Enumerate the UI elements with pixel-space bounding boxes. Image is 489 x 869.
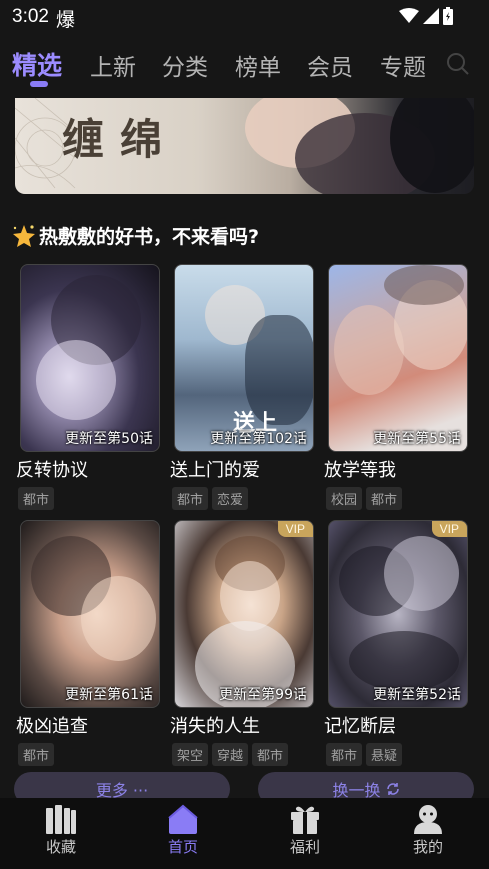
vip-badge: VIP [277,521,313,537]
book-title[interactable]: 送上门的爱 [170,456,316,482]
nav-label: 收藏 [45,838,76,856]
genre-tag[interactable]: 穿越 [212,743,249,766]
active-tab-indicator [30,81,48,87]
search-icon[interactable] [446,52,470,76]
tag-list: 架空 穿越 都市 [172,743,316,766]
home-icon [168,804,198,834]
update-status: 更新至第99话 [219,687,307,703]
book-card[interactable]: VIP 更新至第99话 消失的人生 架空 穿越 都市 [170,520,316,766]
book-card[interactable]: 更新至第50话 反转协议 都市 [16,264,162,510]
wifi-icon [399,8,419,23]
book-card[interactable]: 送上 更新至第102话 送上门的爱 都市 恋爱 [170,264,316,510]
book-title[interactable]: 反转协议 [16,456,162,482]
genre-tag[interactable]: 都市 [18,487,55,510]
genre-tag[interactable]: 校园 [326,487,363,510]
book-title[interactable]: 记忆断层 [324,712,470,738]
nav-label: 福利 [289,838,320,856]
book-cover[interactable]: VIP 更新至第52话 [328,520,468,708]
book-title[interactable]: 消失的人生 [170,712,316,738]
book-cover[interactable]: 送上 更新至第102话 [174,264,314,452]
featured-banner[interactable]: 缠绵 [15,98,474,194]
battery-icon [443,7,453,25]
bottom-navigation: 收藏 首页 福利 我的 [0,798,489,869]
status-bar: 3:02 爆 [0,0,489,34]
section-header: 热敷敷的好书，不来看吗? [12,222,259,249]
tag-list: 都市 [18,487,162,510]
nav-item-home[interactable]: 首页 [143,804,223,857]
update-status: 更新至第102话 [210,431,307,447]
status-indicators [399,7,453,25]
vip-badge: VIP [431,521,467,537]
book-title[interactable]: 放学等我 [324,456,470,482]
update-status: 更新至第50话 [65,431,153,447]
bookshelf-icon [46,805,76,834]
gift-icon [291,806,319,834]
tag-list: 都市 悬疑 [326,743,470,766]
book-cover[interactable]: 更新至第55话 [328,264,468,452]
profile-icon [414,805,442,834]
genre-tag[interactable]: 都市 [366,487,403,510]
genre-tag[interactable]: 恋爱 [212,487,249,510]
app-notification-icon: 爆 [56,9,76,31]
book-cover[interactable]: VIP 更新至第99话 [174,520,314,708]
nav-item-profile[interactable]: 我的 [388,804,468,857]
book-card[interactable]: 更新至第61话 极凶追查 都市 [16,520,162,766]
tab-new[interactable]: 上新 [90,48,136,82]
nav-label: 我的 [412,838,443,856]
banner-title: 缠绵 [62,115,179,164]
tag-list: 都市 [18,743,162,766]
top-tab-bar: 精选 上新 分类 榜单 会员 专题 [0,40,489,92]
book-cover[interactable]: 更新至第50话 [20,264,160,452]
nav-label: 首页 [167,838,198,856]
genre-tag[interactable]: 都市 [172,487,209,510]
update-status: 更新至第55话 [373,431,461,447]
tab-membership[interactable]: 会员 [307,48,353,82]
tag-list: 校园 都市 [326,487,470,510]
tag-list: 都市 恋爱 [172,487,316,510]
genre-tag[interactable]: 都市 [326,743,363,766]
genre-tag[interactable]: 都市 [252,743,289,766]
genre-tag[interactable]: 悬疑 [366,743,403,766]
update-status: 更新至第52话 [373,687,461,703]
book-card[interactable]: VIP 更新至第52话 记忆断层 都市 悬疑 [324,520,470,766]
status-time: 3:02 [12,6,49,27]
section-title: 热敷敷的好书，不来看吗? [39,226,260,248]
update-status: 更新至第61话 [65,687,153,703]
tab-rankings[interactable]: 榜单 [235,48,281,82]
nav-item-bookshelf[interactable]: 收藏 [21,804,101,857]
nav-item-welfare[interactable]: 福利 [265,804,345,857]
signal-icon [423,8,439,24]
book-title[interactable]: 极凶追查 [16,712,162,738]
sparkle-star-icon [13,224,35,247]
genre-tag[interactable]: 架空 [172,743,209,766]
tab-topics[interactable]: 专题 [380,48,426,82]
genre-tag[interactable]: 都市 [18,743,55,766]
book-cover[interactable]: 更新至第61话 [20,520,160,708]
tab-categories[interactable]: 分类 [162,48,208,82]
book-card[interactable]: 更新至第55话 放学等我 校园 都市 [324,264,470,510]
refresh-icon [386,783,399,795]
tab-featured[interactable]: 精选 [12,46,62,82]
